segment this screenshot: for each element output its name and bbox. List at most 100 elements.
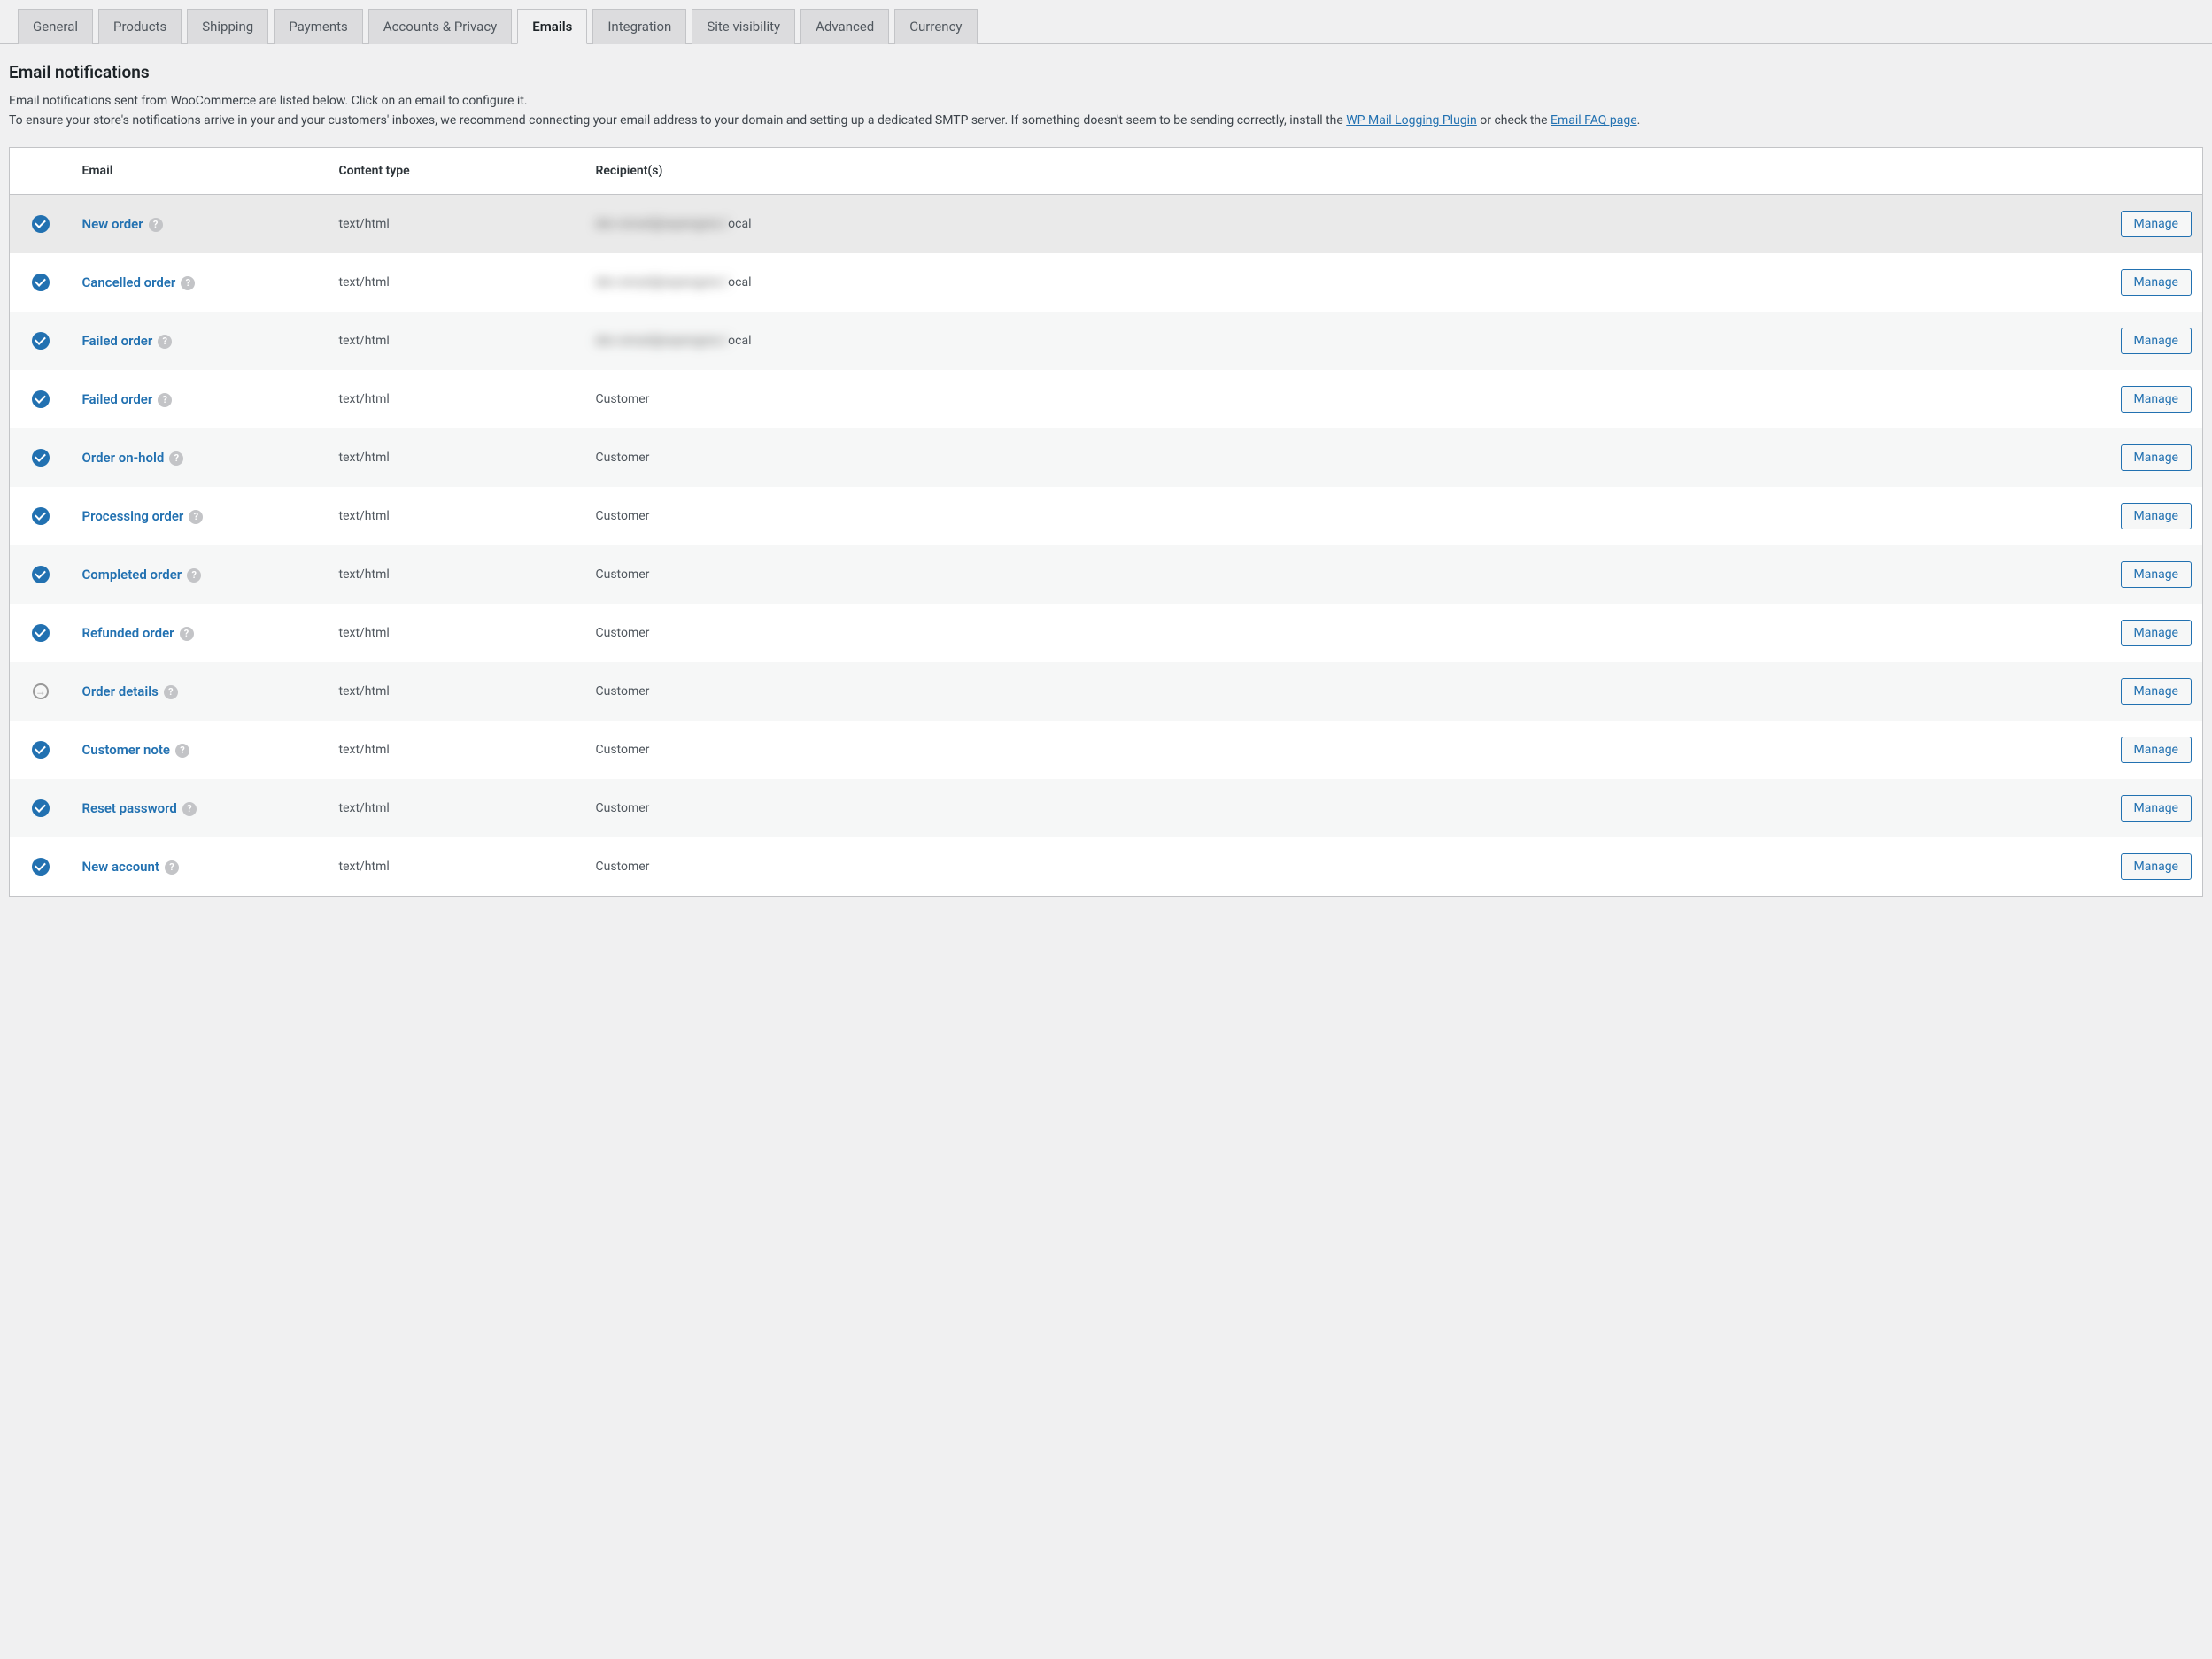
- tab-currency[interactable]: Currency: [894, 9, 977, 44]
- email-name-cell: Cancelled order?: [72, 253, 329, 312]
- recipient-suffix: ocal: [728, 217, 751, 231]
- tab-emails[interactable]: Emails: [517, 9, 587, 44]
- email-name-link[interactable]: Cancelled order: [82, 274, 176, 290]
- actions-cell: Manage: [2106, 253, 2203, 312]
- manage-button[interactable]: Manage: [2121, 211, 2192, 237]
- help-icon[interactable]: ?: [149, 218, 163, 232]
- actions-cell: Manage: [2106, 370, 2203, 428]
- help-icon[interactable]: ?: [180, 627, 194, 641]
- manage-button[interactable]: Manage: [2121, 678, 2192, 705]
- actions-cell: Manage: [2106, 604, 2203, 662]
- help-icon[interactable]: ?: [181, 276, 195, 290]
- actions-cell: Manage: [2106, 721, 2203, 779]
- desc-line-1: Email notifications sent from WooCommerc…: [9, 94, 528, 108]
- help-icon[interactable]: ?: [165, 860, 179, 875]
- email-name-cell: Refunded order?: [72, 604, 329, 662]
- manage-button[interactable]: Manage: [2121, 328, 2192, 354]
- status-enabled-icon: [32, 624, 50, 642]
- table-row: Order details?text/htmlCustomerManage: [10, 662, 2203, 721]
- status-manual-icon: [33, 683, 49, 699]
- manage-button[interactable]: Manage: [2121, 503, 2192, 529]
- email-name-cell: Order on-hold?: [72, 428, 329, 487]
- email-name-link[interactable]: Failed order: [82, 391, 153, 407]
- recipient-blurred: dev-email@wpengine.l: [596, 334, 729, 348]
- col-status-header: [10, 147, 72, 194]
- manage-button[interactable]: Manage: [2121, 795, 2192, 822]
- recipient-suffix: ocal: [728, 334, 751, 348]
- manage-button[interactable]: Manage: [2121, 561, 2192, 588]
- email-name-link[interactable]: Processing order: [82, 508, 184, 524]
- actions-cell: Manage: [2106, 312, 2203, 370]
- content-type-cell: text/html: [329, 779, 585, 837]
- status-cell: [10, 253, 72, 312]
- recipient-cell: Customer: [585, 721, 2106, 779]
- wp-mail-logging-link[interactable]: WP Mail Logging Plugin: [1346, 113, 1477, 127]
- desc-line-2c: .: [1637, 113, 1641, 127]
- content-type-cell: text/html: [329, 370, 585, 428]
- content-type-cell: text/html: [329, 721, 585, 779]
- help-icon[interactable]: ?: [158, 335, 172, 349]
- manage-button[interactable]: Manage: [2121, 386, 2192, 413]
- email-name-link[interactable]: Refunded order: [82, 625, 174, 641]
- content-area: Email notifications Email notifications …: [0, 44, 2212, 914]
- content-type-cell: text/html: [329, 194, 585, 253]
- email-name-cell: Failed order?: [72, 370, 329, 428]
- status-enabled-icon: [32, 566, 50, 583]
- status-enabled-icon: [32, 274, 50, 291]
- help-icon[interactable]: ?: [169, 451, 183, 466]
- manage-button[interactable]: Manage: [2121, 444, 2192, 471]
- help-icon[interactable]: ?: [158, 393, 172, 407]
- content-type-cell: text/html: [329, 312, 585, 370]
- status-enabled-icon: [32, 332, 50, 350]
- tab-site-visibility[interactable]: Site visibility: [692, 9, 795, 44]
- email-faq-link[interactable]: Email FAQ page: [1551, 113, 1637, 127]
- email-name-link[interactable]: Reset password: [82, 800, 177, 816]
- email-name-link[interactable]: Customer note: [82, 742, 170, 758]
- table-row: Failed order?text/htmlCustomerManage: [10, 370, 2203, 428]
- email-name-cell: Order details?: [72, 662, 329, 721]
- tab-integration[interactable]: Integration: [592, 9, 686, 44]
- manage-button[interactable]: Manage: [2121, 620, 2192, 646]
- email-name-link[interactable]: Failed order: [82, 333, 153, 349]
- help-icon[interactable]: ?: [187, 568, 201, 583]
- email-notifications-table: Email Content type Recipient(s) New orde…: [9, 147, 2203, 897]
- recipient-cell: Customer: [585, 370, 2106, 428]
- table-row: Reset password?text/htmlCustomerManage: [10, 779, 2203, 837]
- tab-products[interactable]: Products: [98, 9, 182, 44]
- email-name-link[interactable]: Order details: [82, 683, 159, 699]
- help-icon[interactable]: ?: [164, 685, 178, 699]
- recipient-cell: dev-email@wpengine.local: [585, 194, 2106, 253]
- email-name-link[interactable]: New order: [82, 216, 143, 232]
- help-icon[interactable]: ?: [182, 802, 197, 816]
- content-type-cell: text/html: [329, 604, 585, 662]
- table-row: Order on-hold?text/htmlCustomerManage: [10, 428, 2203, 487]
- table-row: Cancelled order?text/htmldev-email@wpeng…: [10, 253, 2203, 312]
- col-email-header[interactable]: Email: [72, 147, 329, 194]
- recipient-cell: dev-email@wpengine.local: [585, 253, 2106, 312]
- email-name-link[interactable]: Completed order: [82, 567, 182, 583]
- content-type-cell: text/html: [329, 253, 585, 312]
- col-recipients-header[interactable]: Recipient(s): [585, 147, 2106, 194]
- table-row: Customer note? text/htmlCustomer Manage: [10, 721, 2203, 779]
- help-icon[interactable]: ?: [189, 510, 203, 524]
- email-name-link[interactable]: Order on-hold: [82, 450, 165, 466]
- email-name-cell: Reset password?: [72, 779, 329, 837]
- manage-button[interactable]: Manage: [2121, 269, 2192, 296]
- help-icon[interactable]: ?: [175, 744, 189, 758]
- content-type-cell: text/html: [329, 662, 585, 721]
- tab-general[interactable]: General: [18, 9, 93, 44]
- tab-payments[interactable]: Payments: [274, 9, 363, 44]
- tab-advanced[interactable]: Advanced: [800, 9, 889, 44]
- table-row: Refunded order?text/htmlCustomerManage: [10, 604, 2203, 662]
- email-name-cell: New order?: [72, 194, 329, 253]
- manage-button[interactable]: Manage: [2121, 737, 2192, 763]
- status-enabled-icon: [32, 449, 50, 467]
- manage-button[interactable]: Manage: [2121, 853, 2192, 880]
- recipient-cell: Customer: [585, 779, 2106, 837]
- email-name-link[interactable]: New account: [82, 859, 159, 875]
- tab-shipping[interactable]: Shipping: [187, 9, 268, 44]
- status-enabled-icon: [32, 858, 50, 876]
- tab-accounts-privacy[interactable]: Accounts & Privacy: [368, 9, 512, 44]
- table-row: New account?text/htmlCustomerManage: [10, 837, 2203, 897]
- col-content-type-header[interactable]: Content type: [329, 147, 585, 194]
